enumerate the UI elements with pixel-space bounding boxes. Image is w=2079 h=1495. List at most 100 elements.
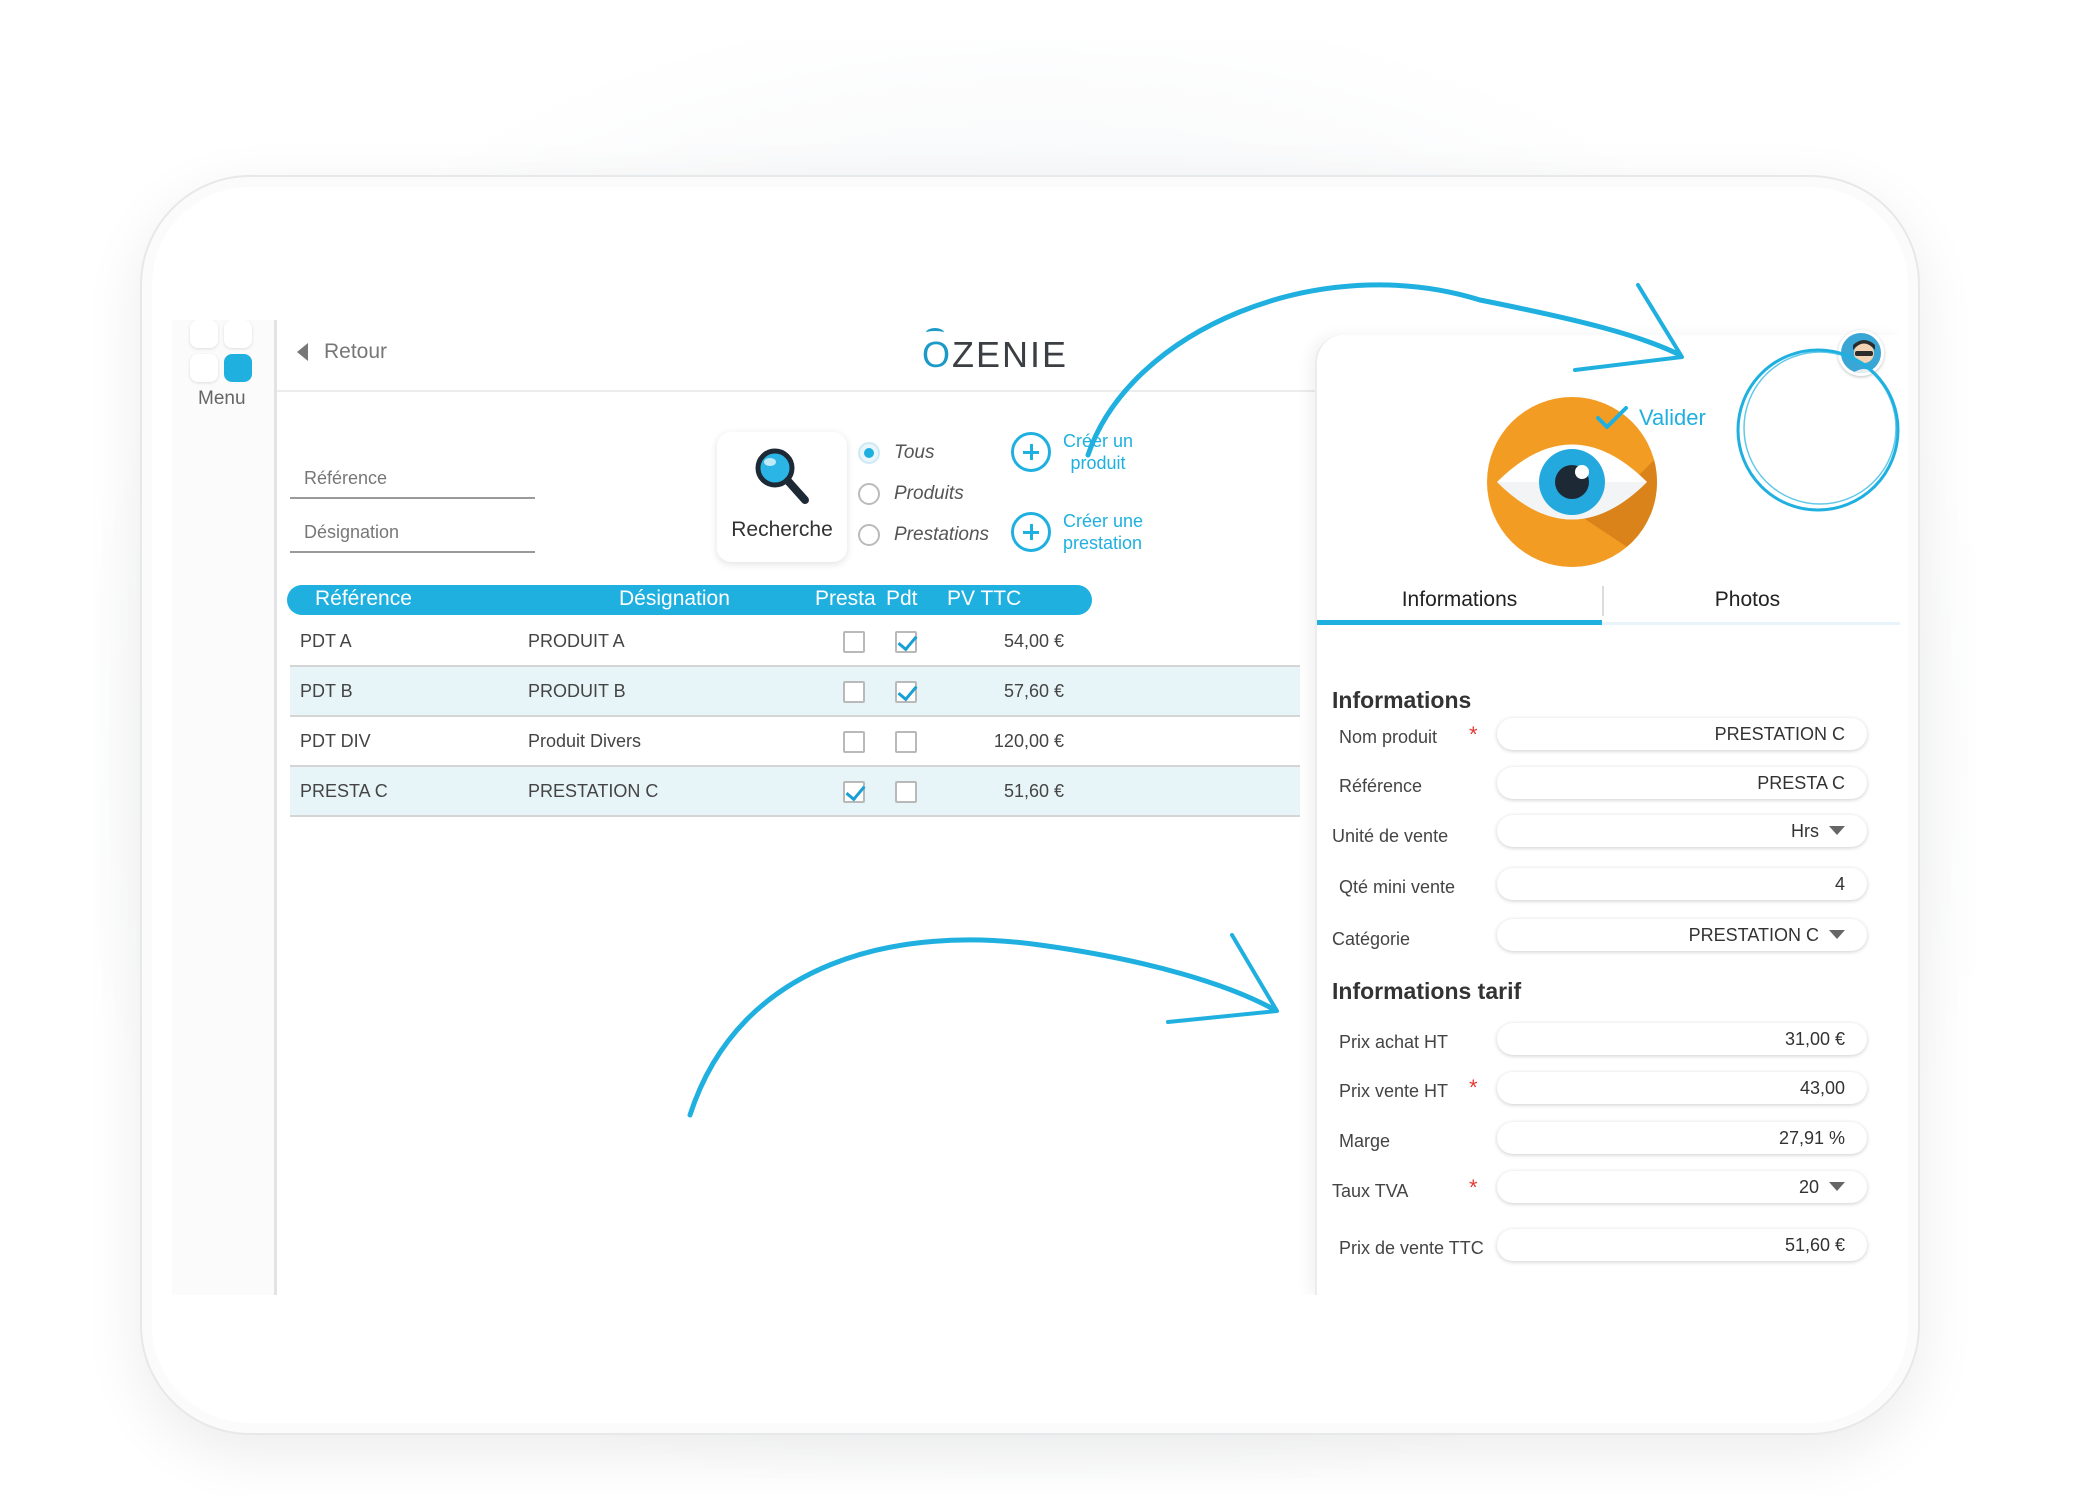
required-marker: * [1469, 1175, 1478, 1200]
tab-divider [1602, 586, 1604, 616]
radio-tous[interactable] [858, 442, 880, 464]
taux-tva-value: 20 [1798, 1177, 1819, 1197]
prix-vente-field[interactable]: 43,00 [1497, 1072, 1867, 1104]
filter-prestations-label: Prestations [894, 524, 990, 545]
label-reference: Référence [1339, 776, 1423, 796]
categorie-value: PRESTATION C [1688, 925, 1819, 945]
qte-mini-field[interactable]: 4 [1497, 868, 1867, 900]
label-marge: Marge [1339, 1131, 1391, 1151]
app-screen: Menu Retour OZENIE Référence Désignation… [172, 320, 1900, 1295]
radio-prestations[interactable] [858, 524, 880, 546]
cell-reference: PDT DIV [300, 731, 371, 751]
table-row[interactable]: PRESTA C PRESTATION C 51,60 € [290, 767, 1300, 817]
filter-tous[interactable]: Tous [858, 442, 935, 464]
col-presta[interactable]: Presta [815, 587, 876, 611]
cell-pv-ttc: 120,00 € [993, 731, 1064, 751]
categorie-select[interactable]: PRESTATION C [1497, 919, 1867, 951]
dropdown-caret-icon [1829, 1182, 1845, 1191]
section-informations-tarif: Informations tarif [1332, 978, 1522, 1004]
label-nom-produit: Nom produit [1339, 727, 1438, 747]
plus-circle-icon [1011, 432, 1051, 472]
required-marker: * [1469, 1075, 1478, 1100]
required-marker: * [1469, 722, 1478, 747]
cell-reference: PRESTA C [300, 781, 388, 801]
presta-checkbox[interactable] [843, 781, 865, 803]
back-button[interactable]: Retour [297, 340, 387, 364]
cell-designation: PRODUIT A [528, 631, 625, 651]
menu-grid-icon[interactable] [190, 320, 254, 384]
col-pv-ttc[interactable]: PV TTC [947, 587, 1021, 611]
label-qte-mini: Qté mini vente [1339, 877, 1456, 897]
create-product-button[interactable]: Créer un produit [1011, 430, 1133, 474]
presta-checkbox[interactable] [843, 681, 865, 703]
cell-pv-ttc: 54,00 € [1003, 631, 1064, 651]
filter-prestations[interactable]: Prestations [858, 524, 989, 546]
plus-circle-icon [1011, 512, 1051, 552]
brand-logo: OZENIE [922, 334, 1069, 375]
label-prix-vente: Prix vente HT [1339, 1081, 1449, 1101]
pdt-checkbox[interactable] [895, 681, 917, 703]
prix-ttc-field[interactable]: 51,60 € [1497, 1229, 1867, 1261]
create-product-line2: produit [1070, 453, 1126, 473]
col-reference[interactable]: Référence [315, 587, 412, 611]
validate-button[interactable]: Valider [1595, 405, 1706, 431]
presta-checkbox[interactable] [843, 631, 865, 653]
col-designation[interactable]: Désignation [619, 587, 730, 611]
create-product-line1: Créer un [1063, 431, 1134, 451]
section-informations: Informations [1332, 687, 1472, 713]
label-taux-tva: Taux TVA [1332, 1181, 1409, 1201]
cell-reference: PDT B [300, 681, 353, 701]
label-prix-achat: Prix achat HT [1339, 1032, 1449, 1052]
table-header: Référence Désignation Presta Pdt PV TTC [287, 585, 1092, 615]
pdt-checkbox[interactable] [895, 731, 917, 753]
table-row[interactable]: PDT DIV Produit Divers 120,00 € [290, 717, 1300, 767]
avatar-icon[interactable] [1838, 330, 1884, 376]
filter-tous-label: Tous [894, 442, 935, 463]
back-arrow-icon [297, 343, 308, 361]
cell-designation: PRODUIT B [528, 681, 626, 701]
magnifier-icon [755, 448, 809, 504]
tab-informations[interactable]: Informations [1317, 580, 1602, 625]
designation-search-input[interactable]: Désignation [290, 522, 535, 553]
create-service-button[interactable]: Créer une prestation [1011, 510, 1143, 554]
menu-label[interactable]: Menu [198, 388, 246, 410]
stage: Menu Retour OZENIE Référence Désignation… [0, 0, 2079, 1495]
detail-panel: Informations Photos Informations Nom pro… [1315, 335, 1900, 1295]
filter-produits[interactable]: Produits [858, 483, 964, 505]
left-rail: Menu [172, 320, 277, 1295]
table-row[interactable]: PDT A PRODUIT A 54,00 € [290, 617, 1300, 667]
label-prix-ttc: Prix de vente TTC [1339, 1238, 1484, 1258]
prix-achat-field[interactable]: 31,00 € [1497, 1023, 1867, 1055]
pdt-checkbox[interactable] [895, 781, 917, 803]
reference-field[interactable]: PRESTA C [1497, 767, 1867, 799]
cell-designation: PRESTATION C [528, 781, 659, 801]
cell-pv-ttc: 57,60 € [1003, 681, 1064, 701]
detail-tabs: Informations Photos [1317, 580, 1900, 625]
dropdown-caret-icon [1829, 930, 1845, 939]
tab-photos[interactable]: Photos [1605, 580, 1890, 625]
unite-vente-value: Hrs [1791, 821, 1819, 841]
label-unite-vente: Unité de vente [1332, 826, 1449, 846]
marge-field[interactable]: 27,91 % [1497, 1122, 1867, 1154]
table-row[interactable]: PDT B PRODUIT B 57,60 € [290, 667, 1300, 717]
cell-pv-ttc: 51,60 € [1003, 781, 1064, 801]
check-icon [1596, 406, 1628, 429]
search-button[interactable]: Recherche [717, 432, 847, 562]
label-categorie: Catégorie [1332, 929, 1411, 949]
pdt-checkbox[interactable] [895, 631, 917, 653]
radio-produits[interactable] [858, 483, 880, 505]
search-button-label: Recherche [731, 518, 833, 541]
create-service-line1: Créer une [1063, 511, 1144, 531]
nom-produit-field[interactable]: PRESTATION C [1497, 718, 1867, 750]
reference-search-input[interactable]: Référence [290, 468, 535, 499]
presta-checkbox[interactable] [843, 731, 865, 753]
col-pdt[interactable]: Pdt [886, 587, 918, 611]
dropdown-caret-icon [1829, 826, 1845, 835]
validate-label: Valider [1639, 405, 1706, 430]
cell-reference: PDT A [300, 631, 352, 651]
unite-vente-select[interactable]: Hrs [1497, 815, 1867, 847]
cell-designation: Produit Divers [528, 731, 642, 751]
filter-produits-label: Produits [894, 483, 964, 504]
create-service-line2: prestation [1063, 533, 1143, 553]
taux-tva-select[interactable]: 20 [1497, 1171, 1867, 1203]
